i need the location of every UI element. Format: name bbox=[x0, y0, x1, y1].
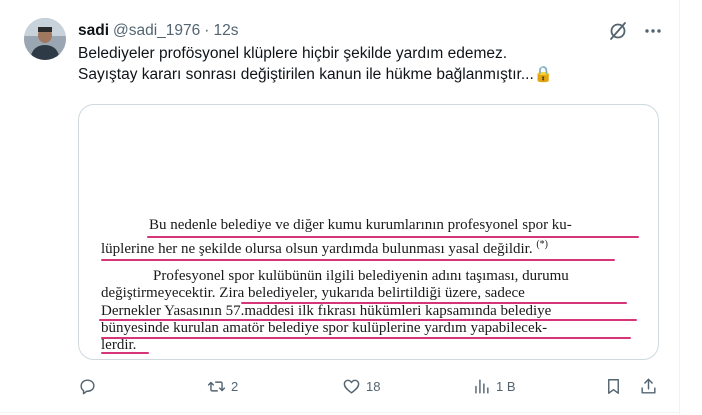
doc-line-2: lüplerine her ne şekilde olursa olsun ya… bbox=[101, 239, 548, 258]
retweet-count: 2 bbox=[231, 378, 239, 394]
share-button[interactable] bbox=[639, 376, 658, 396]
doc-highlight-6 bbox=[101, 337, 631, 339]
like-button[interactable]: 18 bbox=[342, 376, 380, 396]
author-handle[interactable]: @sadi_1976 bbox=[113, 22, 200, 40]
doc-highlight-1 bbox=[147, 236, 639, 238]
doc-line-6: bünyesinde kurulan amatör belediye spor … bbox=[101, 320, 548, 336]
like-count: 18 bbox=[366, 378, 381, 394]
views-icon bbox=[475, 378, 489, 394]
tweet-time[interactable]: 12s bbox=[213, 22, 238, 40]
avatar-image bbox=[24, 18, 66, 60]
reply-icon bbox=[80, 378, 95, 394]
doc-line-2-text: lüplerine her ne şekilde olursa olsun ya… bbox=[101, 241, 533, 257]
tweet-text-line-2-content: Sayıştay kararı sonrası değiştirilen kan… bbox=[78, 66, 534, 83]
tweet-media-image[interactable]: Bu nedenle belediye ve diğer kumu kuruml… bbox=[78, 104, 659, 360]
avatar[interactable] bbox=[24, 18, 66, 60]
doc-highlight-7 bbox=[101, 352, 149, 354]
retweet-icon bbox=[207, 380, 226, 392]
doc-highlight-2 bbox=[101, 259, 615, 261]
share-icon bbox=[641, 378, 656, 394]
more-options-icon[interactable] bbox=[642, 20, 664, 42]
separator-dot: · bbox=[204, 22, 210, 39]
right-divider bbox=[679, 0, 680, 415]
doc-line-5: Dernekler Yasasının 57.maddesi ilk fıkra… bbox=[101, 303, 552, 319]
grok-icon[interactable] bbox=[607, 20, 629, 42]
tweet-text-line-1: Belediyeler profösyonel klüplere hiçbir … bbox=[78, 45, 508, 62]
doc-line-3: Profesyonel spor kulübünün ilgili beledi… bbox=[153, 268, 569, 284]
doc-footnote-marker: (*) bbox=[536, 239, 548, 250]
lock-emoji: 🔒 bbox=[533, 66, 554, 83]
tweet-header: sadi @sadi_1976 · 12s bbox=[78, 20, 238, 42]
tweet-text-line-2: Sayıştay kararı sonrası değiştirilen kan… bbox=[78, 64, 658, 85]
bookmark-icon bbox=[608, 378, 619, 394]
tweet-text: Belediyeler profösyonel klüplere hiçbir … bbox=[78, 43, 658, 85]
heart-icon bbox=[343, 379, 360, 394]
doc-line-4: değiştirmeyecektir. Zira belediyeler, yu… bbox=[101, 285, 525, 301]
reply-button[interactable] bbox=[78, 376, 102, 396]
tweet-actions: 2 18 1 B bbox=[0, 376, 679, 398]
views-button[interactable]: 1 B bbox=[472, 376, 516, 396]
bottom-divider bbox=[0, 412, 679, 413]
views-count: 1 B bbox=[496, 378, 516, 394]
author-name[interactable]: sadi bbox=[78, 22, 109, 40]
doc-line-1: Bu nedenle belediye ve diğer kumu kuruml… bbox=[149, 217, 572, 233]
retweet-button[interactable]: 2 bbox=[207, 376, 238, 396]
document-scan: Bu nedenle belediye ve diğer kumu kuruml… bbox=[79, 105, 658, 359]
bookmark-button[interactable] bbox=[604, 376, 623, 396]
